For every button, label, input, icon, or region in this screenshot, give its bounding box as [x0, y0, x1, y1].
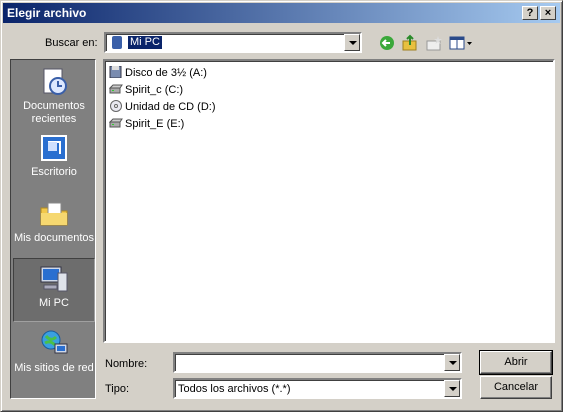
look-in-value: Mi PC [128, 36, 162, 49]
views-menu-icon[interactable] [448, 33, 474, 53]
look-in-dropdown[interactable]: Mi PC [104, 32, 362, 53]
back-icon[interactable] [378, 33, 398, 53]
window-title: Elegir archivo [7, 6, 87, 20]
place-desktop[interactable]: Escritorio [13, 128, 95, 192]
desktop-icon [38, 132, 70, 164]
place-label: Documentos recientes [23, 100, 85, 125]
place-my-computer[interactable]: Mi PC [13, 258, 95, 322]
filename-label: Nombre: [105, 358, 148, 370]
recent-documents-icon [38, 66, 70, 98]
list-item[interactable]: Spirit_E (E:) [108, 116, 185, 132]
chevron-down-icon[interactable] [444, 380, 460, 397]
cd-drive-icon [109, 100, 123, 112]
place-label: Mis sitios de red [14, 362, 94, 374]
file-dialog: Elegir archivo ? × Buscar en: Mi PC Docu… [0, 0, 563, 412]
list-item-label: Spirit_E (E:) [125, 118, 185, 130]
list-item[interactable]: Disco de 3½ (A:) [109, 65, 207, 81]
cancel-button[interactable]: Cancelar [480, 376, 552, 399]
hard-drive-icon [108, 117, 123, 129]
list-item-label: Spirit_c (C:) [125, 84, 184, 96]
file-list[interactable]: Disco de 3½ (A:) Spirit_c (C:) Unidad de… [103, 59, 555, 343]
places-bar: Documentos recientes Escritorio Mis docu… [10, 59, 96, 399]
filetype-dropdown[interactable]: Todos los archivos (*.*) [173, 378, 462, 399]
close-button[interactable]: × [540, 6, 556, 20]
look-in-label: Buscar en: [45, 37, 98, 49]
filetype-value: Todos los archivos (*.*) [178, 383, 291, 395]
help-button[interactable]: ? [522, 6, 538, 20]
list-item-label: Disco de 3½ (A:) [125, 67, 207, 79]
my-computer-icon [38, 263, 70, 295]
list-item[interactable]: Unidad de CD (D:) [109, 99, 215, 115]
filetype-label: Tipo: [105, 383, 130, 395]
place-label: Mis documentos [13, 232, 95, 244]
chevron-down-icon[interactable] [344, 34, 360, 51]
place-label: Mi PC [39, 297, 69, 309]
floppy-icon [109, 65, 123, 79]
place-recent-documents[interactable]: Documentos recientes [13, 62, 95, 126]
up-folder-icon[interactable] [400, 33, 420, 53]
open-button[interactable]: Abrir [479, 350, 553, 375]
my-computer-small-icon [112, 36, 122, 49]
place-label: Escritorio [31, 166, 77, 178]
title-bar: Elegir archivo ? × [3, 3, 560, 23]
place-my-documents[interactable]: Mis documentos [13, 194, 95, 258]
chevron-down-icon[interactable] [444, 354, 460, 371]
place-network[interactable]: Mis sitios de red [13, 324, 95, 388]
list-item-label: Unidad de CD (D:) [125, 101, 216, 113]
network-places-icon [38, 328, 70, 360]
new-folder-icon[interactable] [424, 33, 444, 53]
filename-field[interactable] [173, 352, 462, 373]
hard-drive-icon [108, 83, 123, 95]
my-documents-icon [38, 198, 70, 230]
list-item[interactable]: Spirit_c (C:) [108, 82, 184, 98]
